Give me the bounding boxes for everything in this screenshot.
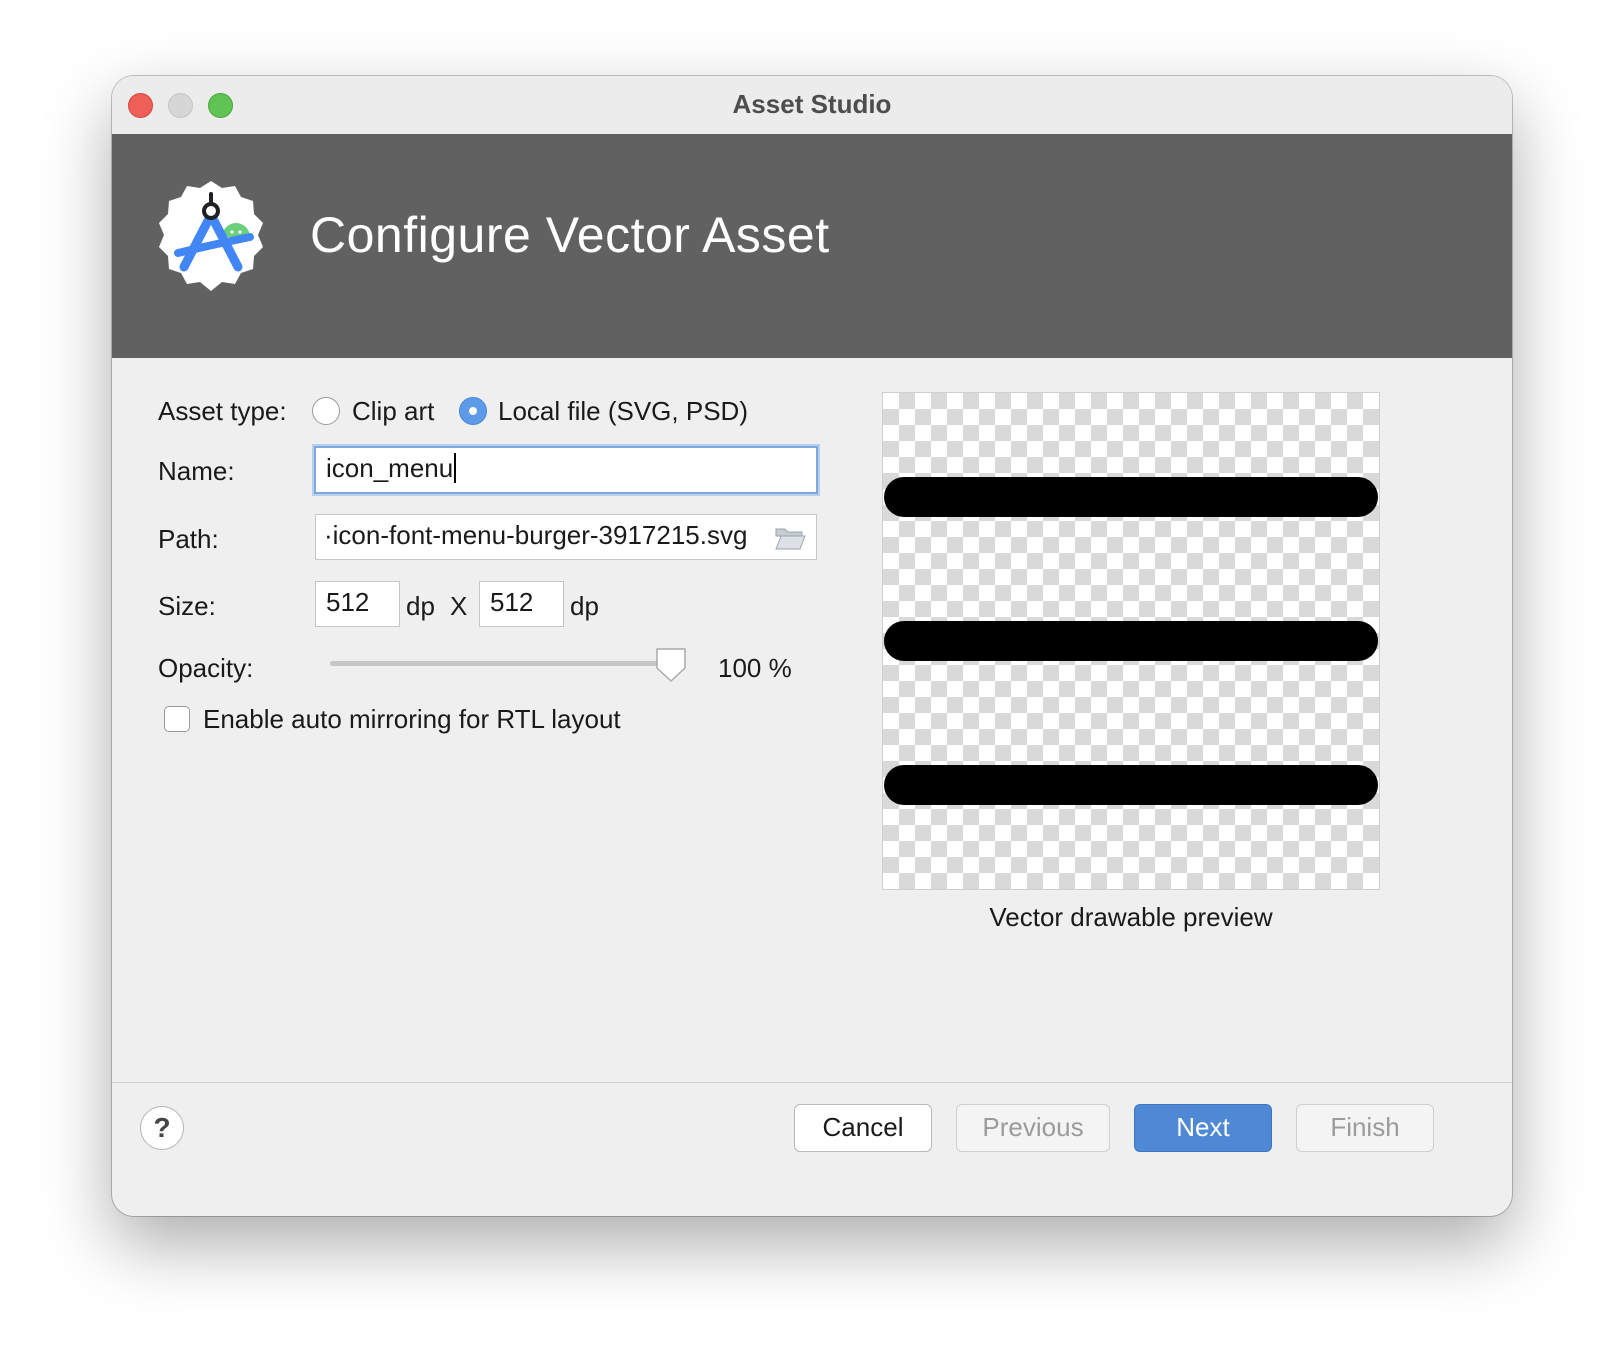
page-title: Configure Vector Asset bbox=[310, 207, 830, 263]
burger-bar-bottom bbox=[884, 765, 1378, 805]
footer-divider bbox=[112, 1082, 1512, 1083]
name-label: Name: bbox=[158, 456, 235, 486]
burger-bar-middle bbox=[884, 621, 1378, 661]
name-value: icon_menu bbox=[326, 453, 454, 483]
vector-preview bbox=[882, 392, 1380, 890]
burger-bar-top bbox=[884, 477, 1378, 517]
radio-clip-art-label[interactable]: Clip art bbox=[352, 396, 434, 427]
size-width-input[interactable]: 512 bbox=[315, 581, 400, 627]
menu-burger-icon bbox=[884, 477, 1378, 805]
title-bar: Asset Studio bbox=[112, 76, 1512, 135]
size-separator: X bbox=[450, 591, 468, 621]
text-caret bbox=[454, 453, 457, 483]
size-label: Size: bbox=[158, 591, 216, 621]
opacity-label: Opacity: bbox=[158, 653, 254, 683]
wizard-header: Configure Vector Asset bbox=[112, 134, 1512, 358]
name-input[interactable]: icon_menu bbox=[314, 446, 818, 494]
auto-mirroring-label[interactable]: Enable auto mirroring for RTL layout bbox=[203, 704, 621, 735]
opacity-slider-thumb[interactable] bbox=[654, 646, 688, 684]
opacity-value: 100 % bbox=[718, 653, 792, 683]
path-value: ·icon-font-menu-burger-3917215.svg bbox=[324, 520, 748, 550]
radio-local-file[interactable] bbox=[459, 397, 487, 425]
android-studio-logo-icon bbox=[159, 181, 263, 291]
asset-type-label: Asset type: bbox=[158, 396, 287, 426]
cancel-button[interactable]: Cancel bbox=[794, 1104, 932, 1152]
window-title: Asset Studio bbox=[732, 89, 892, 119]
size-height-unit: dp bbox=[570, 591, 599, 621]
radio-clip-art[interactable] bbox=[312, 397, 340, 425]
help-button[interactable]: ? bbox=[140, 1106, 184, 1150]
auto-mirroring-checkbox[interactable] bbox=[164, 706, 190, 732]
path-input[interactable]: ·icon-font-menu-burger-3917215.svg bbox=[315, 514, 817, 560]
finish-button[interactable]: Finish bbox=[1296, 1104, 1434, 1152]
size-height-input[interactable]: 512 bbox=[479, 581, 564, 627]
opacity-slider-track[interactable] bbox=[330, 661, 675, 666]
asset-studio-dialog: Asset Studio Configure Vector Asset Asse… bbox=[112, 76, 1512, 1216]
folder-open-icon[interactable] bbox=[774, 525, 806, 551]
size-width-unit: dp bbox=[406, 591, 435, 621]
radio-local-file-label[interactable]: Local file (SVG, PSD) bbox=[498, 396, 748, 427]
previous-button[interactable]: Previous bbox=[956, 1104, 1110, 1152]
preview-caption: Vector drawable preview bbox=[989, 902, 1273, 932]
next-button[interactable]: Next bbox=[1134, 1104, 1272, 1152]
path-label: Path: bbox=[158, 524, 219, 554]
